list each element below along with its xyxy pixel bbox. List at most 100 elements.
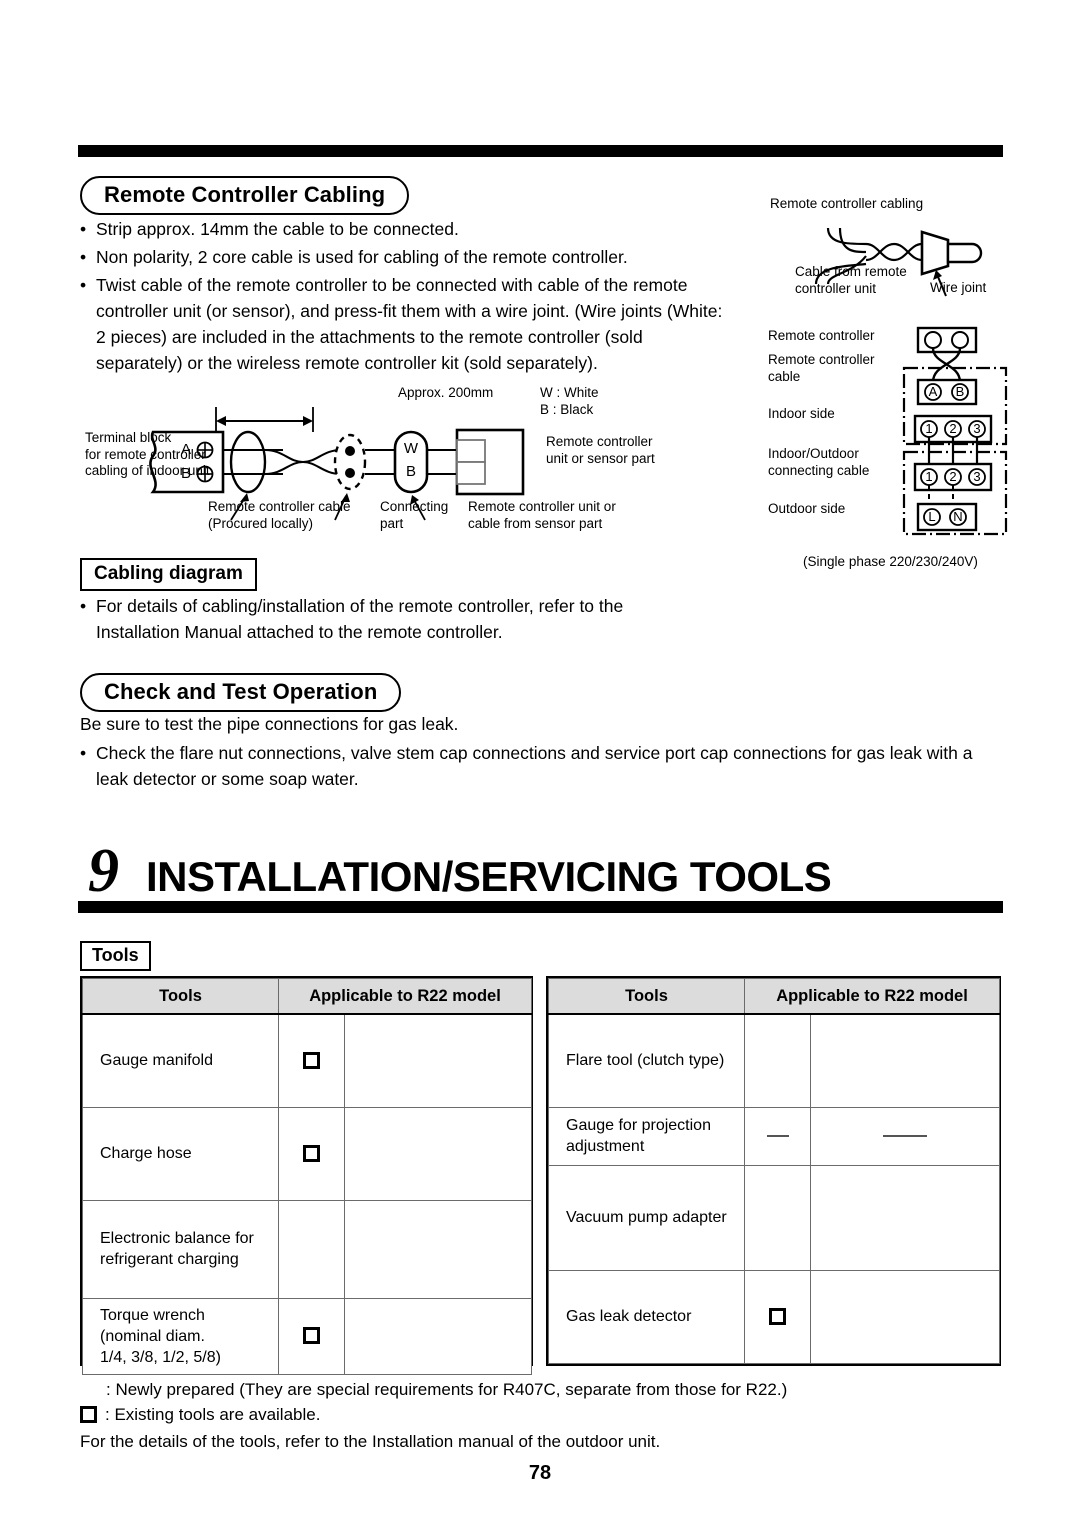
tool-name: Gas leak detector <box>548 1269 745 1365</box>
bullet-cabling-diagram-details: • For details of cabling/installation of… <box>80 593 680 645</box>
table-row: Gauge manifold <box>82 1013 532 1108</box>
tool-mark-a <box>744 1269 811 1365</box>
tool-name: Charge hose <box>82 1106 279 1201</box>
terminal-label-b: B <box>955 384 965 399</box>
wiring-label-indoor-side: Indoor side <box>768 406 835 421</box>
footnote-text: : Newly prepared (They are special requi… <box>106 1380 788 1399</box>
terminal-outdoor-3: 3 <box>973 469 981 484</box>
terminal-indoor-3: 3 <box>973 421 981 436</box>
manual-page: Remote Controller Cabling • Strip approx… <box>0 0 1080 1525</box>
terminal-power-n: N <box>953 509 963 524</box>
dash-icon <box>766 1134 789 1137</box>
remote-controller-unit-or-sensor-label: Remote controller unit or sensor part <box>546 434 655 466</box>
tools-table-right-wrapper: Tools Applicable to R22 model Flare tool… <box>546 976 1001 1366</box>
checkbox-icon <box>303 1144 320 1162</box>
checkbox-icon <box>303 1327 320 1345</box>
tool-mark-a <box>278 1106 345 1201</box>
terminal-indoor-2: 2 <box>949 421 957 436</box>
connector-letter-w: W <box>403 440 419 457</box>
bullet-text: Strip approx. 14mm the cable to be conne… <box>96 219 459 239</box>
heading-remote-controller-cabling: Remote Controller Cabling <box>80 176 410 216</box>
tool-name: Vacuum pump adapter <box>548 1164 745 1271</box>
table-row: Electronic balance for refrigerant charg… <box>82 1199 532 1299</box>
heading-check-and-test-operation: Check and Test Operation <box>80 673 402 713</box>
table-row: Flare tool (clutch type) <box>548 1013 1000 1108</box>
tool-name: Gauge for projection adjustment <box>548 1106 745 1166</box>
bullet-marker: • <box>80 743 87 763</box>
bullet-strip-cable: • Strip approx. 14mm the cable to be con… <box>80 216 720 242</box>
bullet-twist-cable: • Twist cable of the remote controller t… <box>80 272 725 376</box>
tool-mark-a <box>278 1013 345 1108</box>
tool-mark-a <box>744 1164 811 1271</box>
wire-joint-diagram: Remote controller cabling Cable from rem… <box>770 196 1010 306</box>
tools-footer-note: For the details of the tools, refer to t… <box>80 1432 661 1451</box>
bullet-text: For details of cabling/installation of t… <box>96 596 624 642</box>
terminal-outdoor-2: 2 <box>949 469 957 484</box>
tool-mark-a <box>744 1013 811 1108</box>
wiring-label-remote-controller-cable: Remote controller cable <box>768 352 875 384</box>
tool-mark-b <box>810 1269 1000 1365</box>
tools-table-left: Tools Applicable to R22 model Gauge mani… <box>82 978 532 1375</box>
terminal-outdoor-1: 1 <box>925 469 933 484</box>
section-divider-rule <box>78 901 1003 913</box>
tool-mark-b <box>344 1013 532 1108</box>
wire-joint-top-label: Remote controller cabling <box>770 196 924 211</box>
wire-joint-cable-from-label: Cable from remote controller unit <box>795 264 907 296</box>
bullet-text: Check the flare nut connections, valve s… <box>96 743 973 789</box>
tool-name: Flare tool (clutch type) <box>548 1013 745 1108</box>
tool-name: Torque wrench (nominal diam. 1/4, 3/8, 1… <box>82 1297 279 1375</box>
column-header-tools: Tools <box>548 978 745 1015</box>
check-test-intro: Be sure to test the pipe connections for… <box>80 714 459 734</box>
heading-cabling-diagram: Cabling diagram <box>80 558 257 591</box>
terminal-indoor-1: 1 <box>925 421 933 436</box>
section-title: INSTALLATION/SERVICING TOOLS <box>146 853 832 900</box>
table-row: Torque wrench (nominal diam. 1/4, 3/8, 1… <box>82 1297 532 1375</box>
tool-name: Electronic balance for refrigerant charg… <box>82 1199 279 1299</box>
checkbox-icon <box>769 1308 786 1326</box>
section-number: 9 <box>88 837 119 905</box>
dash-icon <box>883 1134 927 1137</box>
wiring-label-connecting-cable: Indoor/Outdoor connecting cable <box>768 446 870 478</box>
tools-table-left-wrapper: Tools Applicable to R22 model Gauge mani… <box>80 976 533 1375</box>
footnote-text: : Existing tools are available. <box>105 1405 321 1424</box>
tool-mark-a <box>278 1297 345 1375</box>
bullet-marker: • <box>80 219 87 239</box>
legend-white: W : White <box>540 385 599 400</box>
tool-mark-b <box>810 1106 1000 1166</box>
connecting-part-label: Connecting part <box>380 499 449 531</box>
table-row: Charge hose <box>82 1106 532 1201</box>
tool-mark-b <box>344 1297 532 1375</box>
terminal-block-label: Terminal block for remote controller cab… <box>85 430 210 478</box>
tool-mark-a <box>744 1106 811 1166</box>
terminal-power-l: L <box>928 509 936 524</box>
wiring-diagram-caption: (Single phase 220/230/240V) <box>803 554 978 569</box>
top-divider-rule <box>78 145 1003 157</box>
remote-controller-cable-label: Remote controller cable (Procured locall… <box>208 499 351 531</box>
bullet-marker: • <box>80 275 87 295</box>
bullet-marker: • <box>80 596 87 616</box>
wiring-label-outdoor-side: Outdoor side <box>768 501 846 516</box>
tool-mark-b <box>344 1199 532 1299</box>
table-row: Gauge for projection adjustment <box>548 1106 1000 1166</box>
connector-letter-b: B <box>405 463 416 480</box>
tool-mark-b <box>810 1164 1000 1271</box>
tools-table-right: Tools Applicable to R22 model Flare tool… <box>548 978 1000 1365</box>
table-row: Gas leak detector <box>548 1269 1000 1365</box>
footnote-existing-tools: : Existing tools are available. <box>80 1403 320 1427</box>
bullet-text: Twist cable of the remote controller to … <box>96 275 723 373</box>
heading-tools: Tools <box>80 941 151 971</box>
wire-joint-label: Wire joint <box>930 280 987 295</box>
column-header-tools: Tools <box>82 978 279 1015</box>
tool-mark-a <box>278 1199 345 1299</box>
column-header-applicable-r22: Applicable to R22 model <box>744 978 1000 1015</box>
checkbox-icon <box>303 1052 320 1070</box>
tool-mark-b <box>810 1013 1000 1108</box>
terminal-block-cabling-diagram: Approx. 200mm W : White B : Black A B W … <box>85 382 705 532</box>
page-number: 78 <box>528 1462 552 1484</box>
table-header-row: Tools Applicable to R22 model <box>82 978 532 1015</box>
bullet-non-polarity: • Non polarity, 2 core cable is used for… <box>80 244 740 270</box>
unit-cable-label: Remote controller unit or cable from sen… <box>468 499 616 531</box>
wiring-label-remote-controller: Remote controller <box>768 328 875 343</box>
approx-dimension-label: Approx. 200mm <box>398 385 494 400</box>
table-header-row: Tools Applicable to R22 model <box>548 978 1000 1015</box>
